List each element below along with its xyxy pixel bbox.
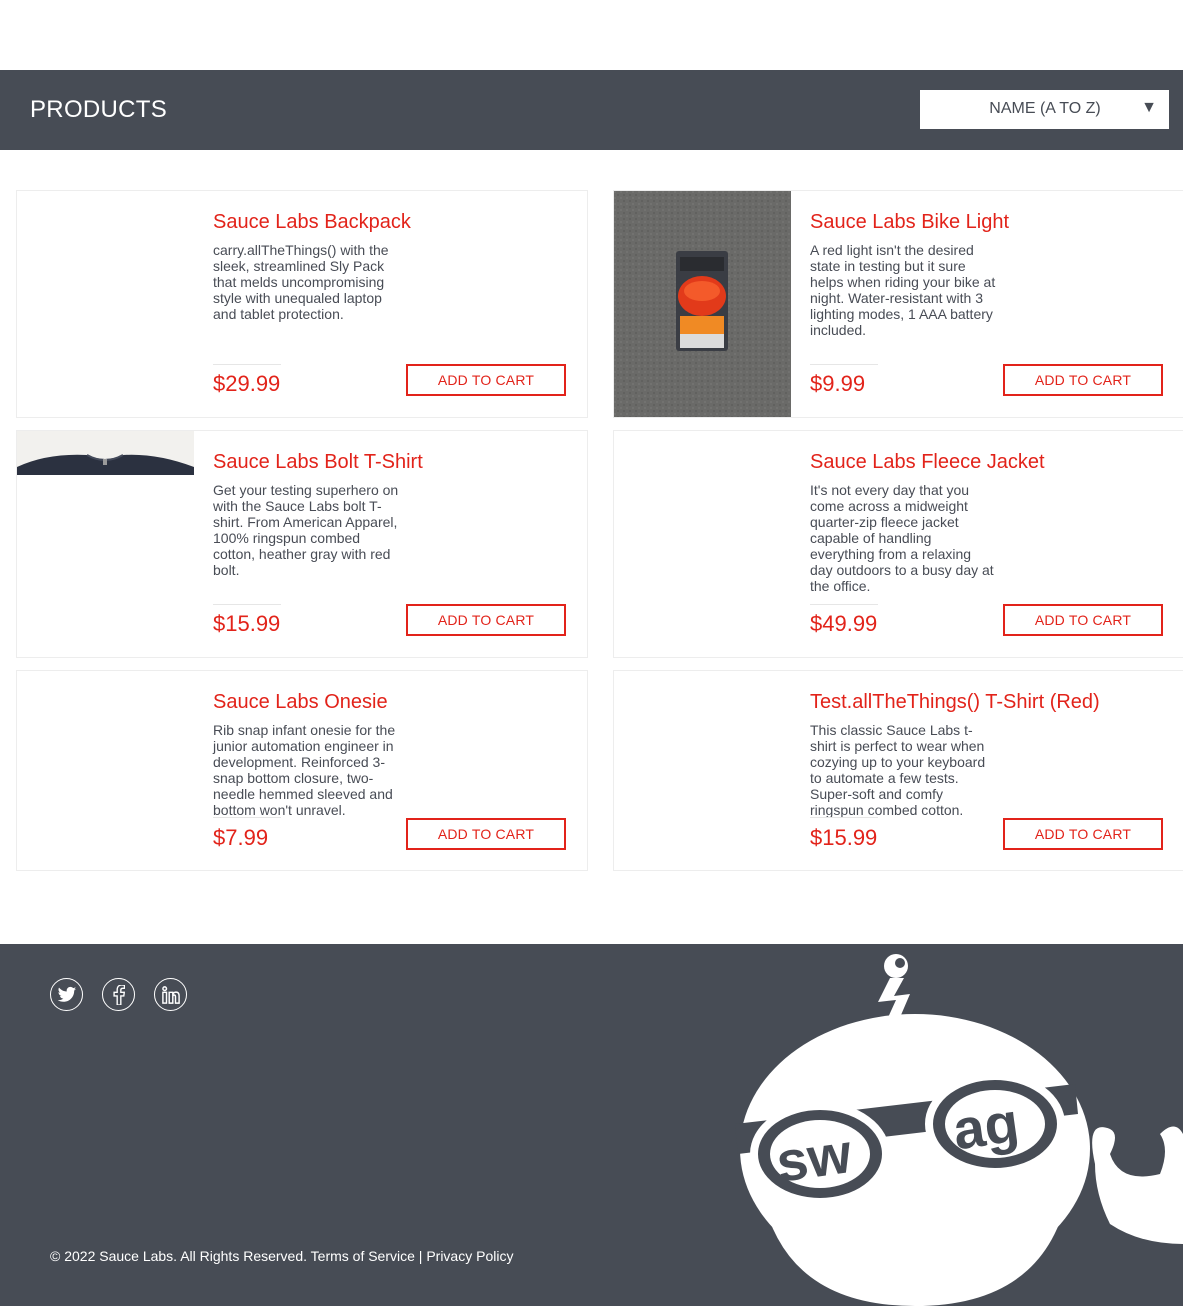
inventory-item: Sauce Labs Bike Light A red light isn't … (613, 190, 1183, 418)
inventory-item: Sauce Labs Onesie Rib snap infant onesie… (16, 670, 588, 871)
page-title: PRODUCTS (30, 96, 168, 123)
top-blank-area (0, 0, 1183, 70)
footer-copyright[interactable]: © 2022 Sauce Labs. All Rights Reserved. … (50, 1248, 513, 1264)
product-image[interactable] (614, 191, 791, 417)
inventory-item: Sauce Labs Backpack carry.allTheThings()… (16, 190, 588, 418)
product-name-link[interactable]: Test.allTheThings() T-Shirt (Red) (810, 691, 1100, 714)
add-to-cart-button[interactable]: ADD TO CART (406, 818, 566, 850)
price-divider (213, 364, 281, 365)
product-name-link[interactable]: Sauce Labs Onesie (213, 691, 388, 714)
product-name-link[interactable]: Sauce Labs Bolt T-Shirt (213, 451, 423, 474)
bike-light-image (614, 191, 791, 417)
mascot-text-sw: sw (772, 1121, 855, 1194)
add-to-cart-button[interactable]: ADD TO CART (1003, 364, 1163, 396)
price-divider (213, 604, 281, 605)
product-price: $49.99 (810, 611, 878, 636)
product-image[interactable] (17, 431, 194, 657)
products-header: PRODUCTS NAME (A TO Z) ▼ (0, 70, 1183, 150)
product-image[interactable] (614, 671, 791, 870)
add-to-cart-button[interactable]: ADD TO CART (1003, 818, 1163, 850)
product-price: $9.99 (810, 371, 866, 396)
product-price: $29.99 (213, 371, 281, 396)
price-divider (810, 364, 878, 365)
product-image[interactable] (614, 431, 791, 657)
add-to-cart-button[interactable]: ADD TO CART (406, 604, 566, 636)
facebook-icon[interactable] (102, 978, 135, 1011)
product-price: $15.99 (213, 611, 281, 636)
chevron-down-icon: ▼ (1141, 99, 1157, 116)
product-image[interactable] (17, 191, 194, 417)
product-price: $15.99 (810, 825, 878, 850)
product-image[interactable] (17, 671, 194, 870)
add-to-cart-button[interactable]: ADD TO CART (406, 364, 566, 396)
price-divider (810, 604, 878, 605)
product-description: A red light isn't the desired state in t… (810, 242, 996, 338)
sort-dropdown[interactable]: NAME (A TO Z) ▼ (920, 90, 1169, 129)
swag-mascot-logo: sw ag (735, 954, 1183, 1306)
price-divider (213, 817, 281, 818)
inventory-item: Sauce Labs Bolt T-Shirt Get your testing… (16, 430, 588, 658)
product-name-link[interactable]: Sauce Labs Fleece Jacket (810, 451, 1045, 474)
price-divider (810, 817, 878, 818)
product-name-link[interactable]: Sauce Labs Backpack (213, 211, 411, 234)
inventory-item: Sauce Labs Fleece Jacket It's not every … (613, 430, 1183, 658)
bolt-tshirt-image (17, 431, 194, 475)
footer: sw ag © 2022 Sauce Labs. All Rights Rese… (0, 944, 1183, 1306)
product-description: It's not every day that you come across … (810, 482, 994, 594)
product-description: Rib snap infant onesie for the junior au… (213, 722, 396, 818)
product-price: $7.99 (213, 825, 269, 850)
product-description: Get your testing superhero on with the S… (213, 482, 399, 578)
inventory-item: Test.allTheThings() T-Shirt (Red) This c… (613, 670, 1183, 871)
twitter-icon[interactable] (50, 978, 83, 1011)
product-description: This classic Sauce Labs t-shirt is perfe… (810, 722, 986, 818)
product-description: carry.allTheThings() with the sleek, str… (213, 242, 389, 322)
linkedin-icon[interactable] (154, 978, 187, 1011)
add-to-cart-button[interactable]: ADD TO CART (1003, 604, 1163, 636)
mascot-text-ag: ag (949, 1090, 1022, 1161)
inventory-list: Sauce Labs Backpack carry.allTheThings()… (0, 150, 1183, 944)
product-name-link[interactable]: Sauce Labs Bike Light (810, 211, 1009, 234)
sort-selected-label: NAME (A TO Z) (989, 100, 1101, 117)
